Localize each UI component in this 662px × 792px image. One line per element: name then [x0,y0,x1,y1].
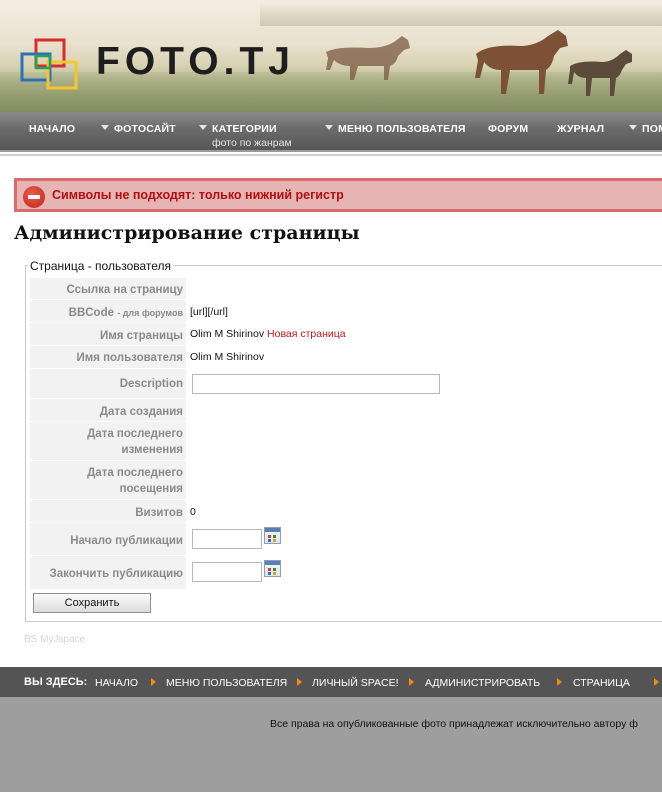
component-credit[interactable]: BS MyJspace [24,634,85,645]
label-bbcode: BBCode - для форумов [30,300,186,323]
nav-item-label: МЕНЮ ПОЛЬЗОВАТЕЛЯ [338,123,466,135]
breadcrumb: ВЫ ЗДЕСЬ: НАЧАЛО МЕНЮ ПОЛЬЗОВАТЕЛЯ ЛИЧНЫ… [0,667,662,697]
site-header: FOTO.TJ [0,0,662,112]
calendar-icon[interactable] [264,560,281,577]
nav-item-label: ФОТОСАЙТ [114,123,176,135]
copyright-text: Все права на опубликованные фото принадл… [270,718,638,730]
breadcrumb-item-personal-space[interactable]: ЛИЧНЫЙ SPACE! [312,677,399,689]
logo-icon[interactable] [20,38,80,90]
breadcrumb-arrow-icon [297,678,302,686]
publish-end-input[interactable] [192,562,262,582]
save-button[interactable]: Сохранить [33,593,151,613]
nav-item-categories[interactable]: КАТЕГОРИИ [199,123,277,135]
label-visited-date: Дата последнего посещения [30,461,186,500]
page-name-owner: Olim M Shirinov [190,328,265,340]
label-publish-start: Начало публикации [30,523,186,556]
dropdown-arrow-icon [325,125,333,130]
dropdown-arrow-icon [629,125,637,130]
description-input[interactable] [192,374,440,394]
nav-item-forum[interactable]: ФОРУМ [488,123,528,135]
fieldset-legend: Страница - пользователя [28,259,174,273]
breadcrumb-arrow-icon [654,678,659,686]
main-nav: НАЧАЛО ФОТОСАЙТ КАТЕГОРИИ фото по жанрам… [0,112,662,152]
dropdown-arrow-icon [101,125,109,130]
breadcrumb-label: ВЫ ЗДЕСЬ: [24,676,88,688]
page-title: Администрирование страницы [14,222,360,244]
label-page-name: Имя страницы [30,323,186,346]
breadcrumb-arrow-icon [151,678,156,686]
breadcrumb-item-user-menu[interactable]: МЕНЮ ПОЛЬЗОВАТЕЛЯ [166,677,287,689]
header-treeline [260,2,662,26]
dropdown-arrow-icon [199,125,207,130]
horse-image-left [326,36,410,80]
visits-count: 0 [190,506,196,518]
nav-item-help[interactable]: ПОМ [629,123,662,135]
nav-item-photosite[interactable]: ФОТОСАЙТ [101,123,176,135]
label-description: Description [30,369,186,399]
label-user-name: Имя пользователя [30,346,186,369]
nav-item-home[interactable]: НАЧАЛО [29,123,75,135]
breadcrumb-arrow-icon [557,678,562,686]
breadcrumb-item-home[interactable]: НАЧАЛО [95,677,138,689]
nav-item-journal[interactable]: ЖУРНАЛ [557,123,604,135]
label-visited-line2: посещения [119,483,183,495]
label-publish-end: Закончить публикацию [30,556,186,590]
error-message-text: Символы не подходят: только нижний регис… [52,188,344,202]
horse-image-mare [475,30,568,94]
calendar-icon[interactable] [264,527,281,544]
label-modified-date: Дата последнего изменения [30,422,186,461]
nav-item-user-menu[interactable]: МЕНЮ ПОЛЬЗОВАТЕЛЯ [325,123,466,135]
breadcrumb-item-administer[interactable]: АДМИНИСТРИРОВАТЬ [425,677,540,689]
new-page-link[interactable]: Новая страница [267,328,346,340]
nav-subtitle-categories[interactable]: фото по жанрам [212,137,292,149]
page-name-value: Olim M Shirinov Новая страница [190,328,346,340]
label-page-link: Ссылка на страницу [30,278,186,300]
bbcode-value[interactable]: [url][/url] [190,306,228,318]
breadcrumb-item-page: СТРАНИЦА [573,677,630,689]
site-footer: Все права на опубликованные фото принадл… [0,697,662,792]
nav-item-label: ПОМ [642,123,662,135]
label-modified-line2: изменения [121,444,183,456]
label-visits: Визитов [30,500,186,523]
nav-item-label: НАЧАЛО [29,123,76,135]
nav-divider [0,154,662,156]
nav-item-label: ФОРУМ [488,123,529,135]
user-name-value: Olim M Shirinov [190,351,265,363]
label-modified-line1: Дата последнего [87,428,183,440]
label-visited-line1: Дата последнего [87,467,183,479]
nav-item-label: КАТЕГОРИИ [212,123,277,135]
logo-text[interactable]: FOTO.TJ [96,42,295,82]
breadcrumb-arrow-icon [409,678,414,686]
label-created-date: Дата создания [30,399,186,422]
error-message-box: Символы не подходят: только нижний регис… [14,178,662,212]
label-bbcode-note: - для форумов [117,308,183,318]
label-bbcode-main: BBCode [68,307,115,319]
publish-start-input[interactable] [192,529,262,549]
horse-image-foal [568,50,632,96]
no-entry-icon [23,186,45,208]
nav-item-label: ЖУРНАЛ [557,123,605,135]
